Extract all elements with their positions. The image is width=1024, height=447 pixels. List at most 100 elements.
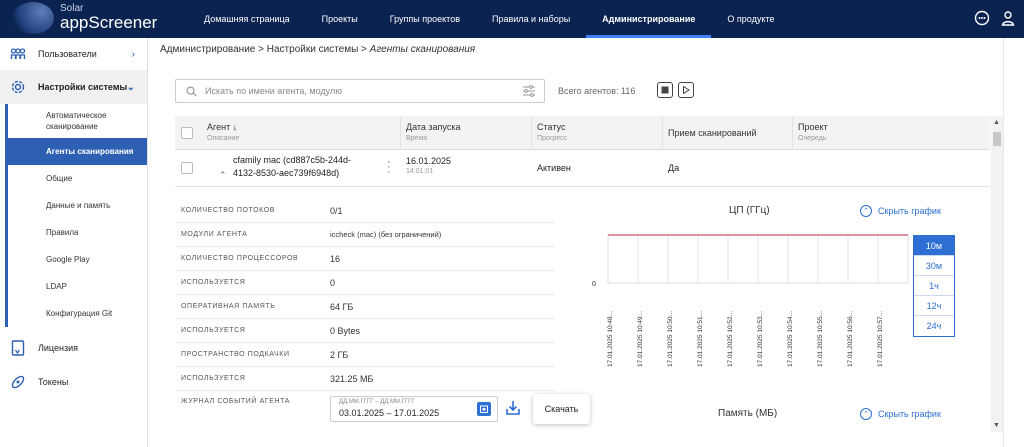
start-date-value: 16.01.2025 <box>406 156 452 166</box>
detail-key: Используется <box>181 375 246 382</box>
sidebar-item-tokens[interactable]: Токены <box>0 365 147 399</box>
column-status[interactable]: Статус Прогресс <box>537 122 567 142</box>
scroll-down-icon[interactable]: ▼ <box>993 422 1000 429</box>
license-icon <box>10 340 26 356</box>
detail-value: 0/1 <box>330 205 343 216</box>
sidebar-sub-ldap[interactable]: LDAP <box>5 273 147 300</box>
sidebar-item-label: Пользователи <box>38 49 97 59</box>
breadcrumb-settings[interactable]: Настройки системы <box>267 44 359 55</box>
sidebar-item-users[interactable]: Пользователи › <box>0 38 147 70</box>
sidebar-sub-git[interactable]: Конфигурация Git <box>5 300 147 327</box>
detail-row: Количество процессоров 16 <box>175 247 555 271</box>
collapse-icon[interactable]: ⌃ <box>219 170 227 181</box>
detail-value: iccheck (mac) (без ограничений) <box>330 230 442 239</box>
brand-name: appScreener <box>60 13 158 32</box>
column-sublabel: Прогресс <box>537 135 568 142</box>
sidebar-item-license[interactable]: Лицензия <box>0 331 147 365</box>
accept-value: Да <box>668 163 680 173</box>
detail-key: Журнал событий агента <box>181 397 291 405</box>
gear-icon <box>10 79 26 95</box>
memory-hide-chart-button[interactable]: ⌃ Скрыть график <box>860 408 941 420</box>
cpu-hide-chart-button[interactable]: ⌃ Скрыть график <box>860 205 941 217</box>
nav-admin[interactable]: Администрирование <box>586 0 712 38</box>
nav-home[interactable]: Домашняя страница <box>188 0 306 38</box>
scrollbar-thumb[interactable] <box>993 132 1001 146</box>
sidebar-sub-auto-scan[interactable]: Автоматическое сканирование <box>5 104 147 138</box>
column-start-date[interactable]: Дата запуска Время <box>406 122 460 142</box>
chevron-down-icon: ⌄ <box>126 81 135 93</box>
start-time-value: 14:01:01 <box>406 168 434 175</box>
detail-key: Количество процессоров <box>181 255 299 262</box>
breadcrumb-separator: > <box>361 44 367 55</box>
column-project[interactable]: Проект Очередь <box>798 122 828 142</box>
detail-value: 2 ГБ <box>330 349 349 360</box>
sidebar-sub-rules[interactable]: Правила <box>5 219 147 246</box>
nav-projects[interactable]: Проекты <box>306 0 374 38</box>
column-accept[interactable]: Прием сканирований <box>668 128 757 138</box>
detail-row: Пространство подкачки 2 ГБ <box>175 343 555 367</box>
agents-count: Всего агентов: 116 <box>558 86 636 96</box>
column-sublabel: Описание <box>207 135 240 142</box>
sidebar-sub-agents[interactable]: Агенты сканирования <box>5 138 147 165</box>
select-all-checkbox[interactable] <box>181 127 193 139</box>
range-1h-button[interactable]: 1ч <box>914 276 954 296</box>
date-range-placeholder: ДД.ММ.ГГГГ – ДД.ММ.ГГГГ <box>339 399 415 405</box>
row-checkbox[interactable] <box>181 162 193 174</box>
x-tick-label: 17.01.2025 10:52... <box>727 311 734 367</box>
detail-row: Оперативная память 64 ГБ <box>175 295 555 319</box>
stop-button[interactable] <box>657 82 673 98</box>
hide-chart-label: Скрыть график <box>878 409 941 419</box>
log-date-range-input[interactable]: ДД.ММ.ГГГГ – ДД.ММ.ГГГГ 03.01.2025 – 17.… <box>330 396 498 422</box>
detail-key: Используется <box>181 279 246 286</box>
column-label: Статус <box>537 122 566 132</box>
y-tick-label: 0 <box>592 281 596 288</box>
breadcrumb-admin[interactable]: Администрирование <box>160 44 255 55</box>
range-10m-button[interactable]: 10м <box>914 236 954 256</box>
vertical-scrollbar[interactable]: ▲ ▼ <box>991 116 1003 432</box>
nav-about[interactable]: О продукте <box>711 0 790 38</box>
hide-chart-label: Скрыть график <box>878 206 941 216</box>
sidebar-item-settings[interactable]: Настройки системы ⌄ <box>0 70 147 104</box>
play-button[interactable] <box>678 82 694 98</box>
nav-rules[interactable]: Правила и наборы <box>476 0 586 38</box>
x-tick-label: 17.01.2025 10:57... <box>877 311 884 367</box>
cpu-chart: 0 17.01.2025 10:48... 17.01.2025 10:49... 1… <box>592 234 909 367</box>
scroll-up-icon[interactable]: ▲ <box>993 119 1000 126</box>
detail-row: Используется 0 Bytes <box>175 319 555 343</box>
memory-chart-title: Память (МБ) <box>718 408 778 419</box>
range-12h-button[interactable]: 12ч <box>914 296 954 316</box>
logo-emblem <box>12 2 54 34</box>
download-icon <box>506 401 520 415</box>
chat-icon[interactable] <box>974 10 990 26</box>
column-agent[interactable]: Агент ↓ Описание <box>207 122 239 142</box>
detail-row: Модули агента iccheck (mac) (без ограниче… <box>175 223 555 247</box>
column-label: Дата запуска <box>406 122 461 132</box>
play-icon <box>683 86 690 94</box>
more-options-icon[interactable]: · · · <box>387 157 391 178</box>
chevron-up-icon: ⌃ <box>860 205 872 217</box>
sidebar-sub-data-memory[interactable]: Данные и память <box>5 192 147 219</box>
chevron-right-icon: › <box>131 48 135 60</box>
breadcrumb: Администрирование > Настройки системы > … <box>160 44 475 55</box>
range-30m-button[interactable]: 30м <box>914 256 954 276</box>
user-icon[interactable] <box>1000 10 1016 26</box>
app-logo[interactable]: Solar appScreener <box>0 0 157 38</box>
range-24h-button[interactable]: 24ч <box>914 316 954 336</box>
sidebar-sub-google-play[interactable]: Google Play <box>5 246 147 273</box>
table-row[interactable]: ⌃ cfamily mac (cd887c5b-244d- 4132-8530-… <box>175 150 990 187</box>
nav-project-groups[interactable]: Группы проектов <box>374 0 476 38</box>
filter-icon[interactable] <box>522 84 536 98</box>
column-sublabel: Очередь <box>798 135 827 142</box>
sidebar-item-label: Лицензия <box>38 343 78 353</box>
sidebar-sub-general[interactable]: Общие <box>5 165 147 192</box>
x-tick-label: 17.01.2025 10:55... <box>817 311 824 367</box>
download-button[interactable] <box>504 398 524 420</box>
x-tick-label: 17.01.2025 10:50... <box>667 311 674 367</box>
sidebar: Пользователи › Настройки системы ⌄ Автом… <box>0 38 148 447</box>
table-header: Агент ↓ Описание Дата запуска Время Статус… <box>175 116 990 150</box>
users-icon <box>10 46 26 62</box>
agent-name-line: cfamily mac (cd887c5b-244d- <box>233 155 352 165</box>
detail-row: Используется 321.25 МБ <box>175 367 555 391</box>
search-input[interactable]: Искать по имени агента, модулю <box>175 79 545 103</box>
calendar-icon[interactable] <box>477 402 491 416</box>
